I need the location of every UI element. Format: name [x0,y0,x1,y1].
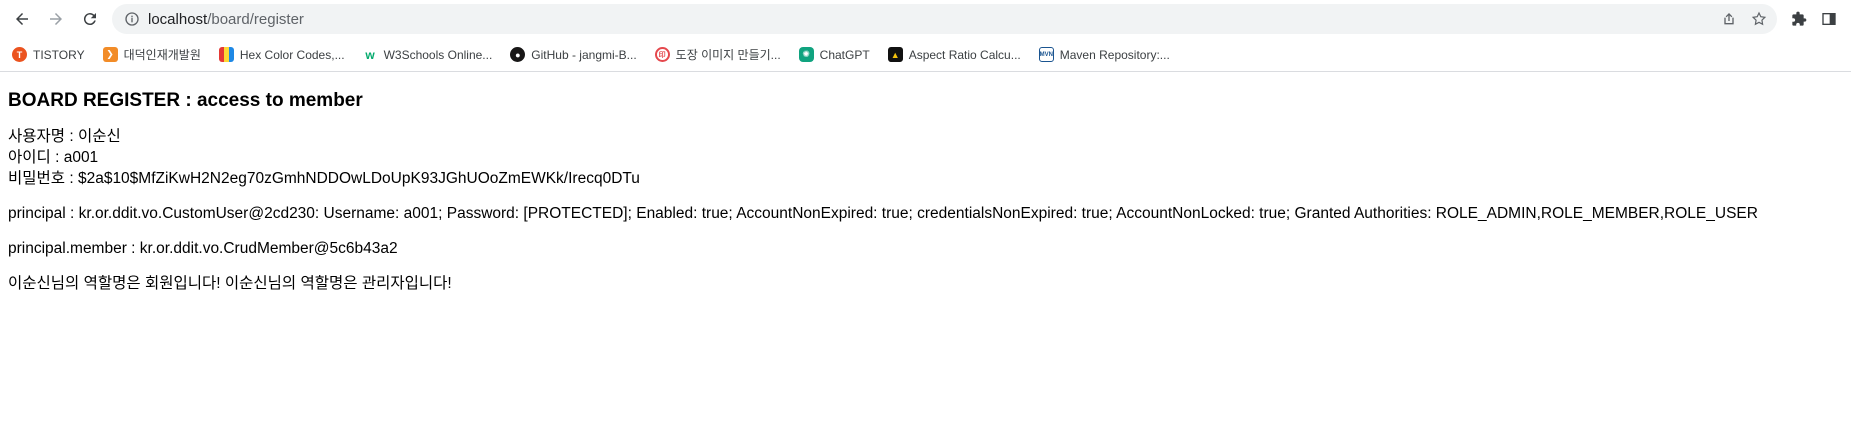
bookmark-aspect-ratio[interactable]: ▲ Aspect Ratio Calcu... [887,47,1021,62]
github-icon: ● [510,47,526,62]
side-panel-icon[interactable] [1821,11,1837,27]
share-icon[interactable] [1721,11,1737,27]
extensions-icon[interactable] [1791,11,1807,27]
principal-text: principal : kr.or.ddit.vo.CustomUser@2cd… [8,205,1758,222]
bookmark-star-icon[interactable] [1751,11,1767,27]
url-path: /board/register [207,10,304,28]
password-text: 비밀번호 : $2a$10$MfZiKwH2N2eg70zGmhNDDOwLDo… [8,170,640,187]
bookmark-hex-color[interactable]: Hex Color Codes,... [218,47,345,62]
arrow-left-icon [16,13,28,25]
bookmark-label: Maven Repository:... [1059,47,1170,62]
bookmark-label: Aspect Ratio Calcu... [908,47,1021,62]
bookmark-ddit[interactable]: ❯ 대덕인재개발원 [102,46,201,63]
username-text: 사용자명 : 이순신 [8,128,121,145]
role-message-text: 이순신님의 역할명은 회원입니다! 이순신님의 역할명은 관리자입니다! [8,275,452,292]
principal-member-text: principal.member : kr.or.ddit.vo.CrudMem… [8,240,398,257]
w3schools-icon: w [365,47,375,62]
bookmark-stamp[interactable]: 印 도장 이미지 만들기... [654,46,781,63]
forward-button[interactable] [42,5,70,33]
bookmark-maven[interactable]: MVN Maven Repository:... [1038,47,1170,62]
reload-icon [83,13,96,26]
chatgpt-icon: ✺ [798,47,814,62]
maven-icon: MVN [1038,47,1054,62]
bookmark-label: 대덕인재개발원 [123,48,201,62]
bookmarks-bar: T TISTORY ❯ 대덕인재개발원 Hex Color Codes,... … [0,38,1851,72]
arrow-right-icon [50,13,62,25]
ddit-icon: ❯ [102,47,118,62]
browser-toolbar: localhost/board/register [0,0,1851,38]
reload-button[interactable] [76,5,104,33]
page-title: BOARD REGISTER : access to member [8,90,363,111]
aspect-ratio-icon: ▲ [887,47,903,62]
address-bar[interactable]: localhost/board/register [112,4,1777,34]
hex-color-icon [218,47,234,62]
bookmark-label: GitHub - jangmi-B... [531,47,637,62]
info-icon [125,12,139,26]
bookmark-chatgpt[interactable]: ✺ ChatGPT [798,47,870,62]
page-content: BOARD REGISTER : access to member 사용자명 :… [0,90,1851,294]
url-host: localhost [148,10,208,28]
bookmark-label: ChatGPT [819,47,870,62]
tistory-icon: T [12,47,27,62]
back-button[interactable] [8,5,36,33]
bookmark-tistory[interactable]: T TISTORY [12,47,85,62]
url-text: localhost/board/register [148,11,304,28]
user-id-text: 아이디 : a001 [8,149,99,166]
user-info-block: 사용자명 : 이순신 아이디 : a001 비밀번호 : $2a$10$MfZi… [8,126,1843,189]
bookmark-label: 도장 이미지 만들기... [675,48,781,62]
bookmark-label: W3Schools Online... [383,47,493,62]
stamp-icon: 印 [654,47,670,62]
bookmark-label: TISTORY [33,47,85,62]
bookmark-w3schools[interactable]: w W3Schools Online... [363,47,493,62]
bookmark-github[interactable]: ● GitHub - jangmi-B... [510,47,637,62]
bookmark-label: Hex Color Codes,... [239,47,345,62]
